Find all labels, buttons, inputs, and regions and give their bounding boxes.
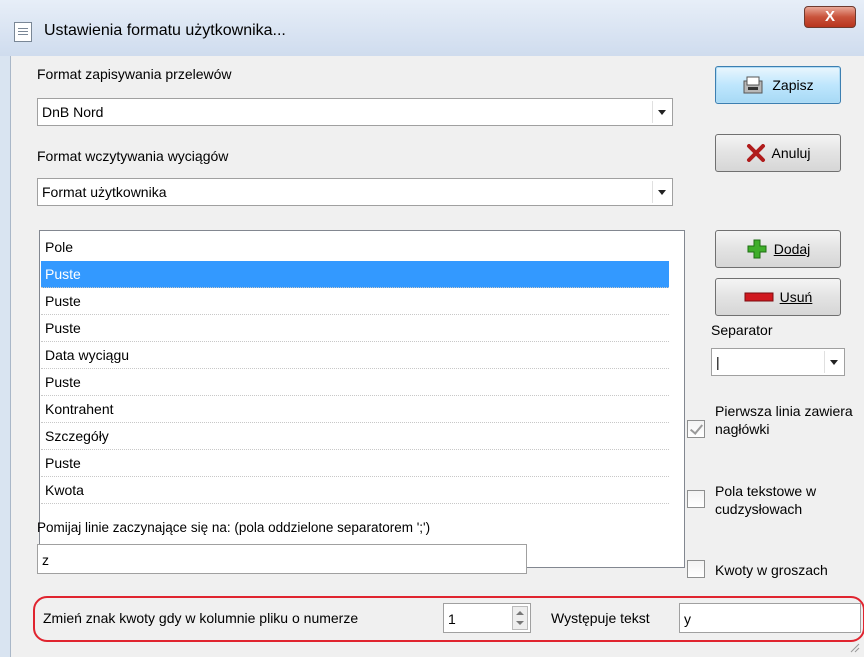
save-button[interactable]: Zapisz [715, 66, 841, 104]
document-icon [14, 22, 32, 42]
skip-lines-label: Pomijaj linie zaczynające się na: (pola … [37, 520, 431, 535]
read-format-label: Format wczytywania wyciągów [37, 148, 229, 164]
save-format-select[interactable]: DnB Nord [37, 98, 673, 126]
text-occurs-label: Występuje tekst [551, 610, 650, 626]
chevron-down-icon[interactable] [824, 351, 842, 373]
amounts-in-grosze-label: Kwoty w groszach [715, 562, 828, 578]
fields-list[interactable]: Pole Puste Puste Puste Data wyciągu Pust… [39, 230, 685, 568]
cancel-button[interactable]: Anuluj [715, 134, 841, 172]
dialog-body: Format zapisywania przelewów DnB Nord Fo… [10, 56, 864, 657]
resize-grip-icon[interactable] [848, 641, 860, 653]
list-item[interactable]: Puste [41, 315, 669, 342]
save-button-label: Zapisz [772, 77, 814, 93]
skip-lines-input[interactable]: z [37, 544, 527, 574]
amounts-in-grosze-checkbox[interactable] [687, 560, 705, 578]
add-button[interactable]: Dodaj [715, 230, 841, 268]
list-item[interactable]: Puste [41, 369, 669, 396]
list-item[interactable]: Puste [41, 288, 669, 315]
save-format-value: DnB Nord [42, 104, 104, 120]
read-format-value: Format użytkownika [42, 184, 167, 200]
separator-value: | [716, 354, 720, 370]
sign-change-label: Zmień znak kwoty gdy w kolumnie pliku o … [43, 610, 359, 626]
separator-select[interactable]: | [711, 348, 845, 376]
list-item[interactable]: Szczegóły [41, 423, 669, 450]
list-item[interactable]: Puste [41, 450, 669, 477]
title-bar: Ustawienia formatu użytkownika... X [0, 0, 864, 56]
window-title: Ustawienia formatu użytkownika... [44, 22, 286, 39]
list-item[interactable]: Kwota [41, 477, 669, 504]
column-number-stepper[interactable]: 1 [443, 603, 531, 633]
list-item[interactable]: Data wyciągu [41, 342, 669, 369]
quoted-text-checkbox[interactable] [687, 490, 705, 508]
save-icon [743, 76, 763, 94]
chevron-down-icon[interactable] [652, 181, 670, 203]
first-line-headers-label: Pierwsza linia zawiera nagłówki [715, 403, 853, 437]
spin-arrows-icon[interactable] [512, 606, 528, 630]
list-item[interactable]: Puste [41, 261, 669, 288]
save-format-label: Format zapisywania przelewów [37, 66, 232, 82]
plus-icon [747, 239, 767, 259]
read-format-select[interactable]: Format użytkownika [37, 178, 673, 206]
text-occurs-input[interactable]: y [679, 603, 861, 633]
list-header: Pole [45, 239, 74, 255]
minus-icon [744, 292, 774, 302]
column-number-value: 1 [448, 611, 456, 627]
cancel-button-label: Anuluj [771, 145, 811, 161]
remove-button-label: Usuń [779, 289, 813, 305]
add-button-label: Dodaj [773, 241, 811, 257]
list-item[interactable]: Kontrahent [41, 396, 669, 423]
remove-button[interactable]: Usuń [715, 278, 841, 316]
quoted-text-label: Pola tekstowe w cudzysłowach [715, 483, 817, 517]
first-line-headers-checkbox[interactable] [687, 420, 705, 438]
close-button[interactable]: X [804, 6, 856, 28]
separator-label: Separator [711, 322, 773, 338]
chevron-down-icon[interactable] [652, 101, 670, 123]
cancel-x-icon [746, 144, 765, 162]
